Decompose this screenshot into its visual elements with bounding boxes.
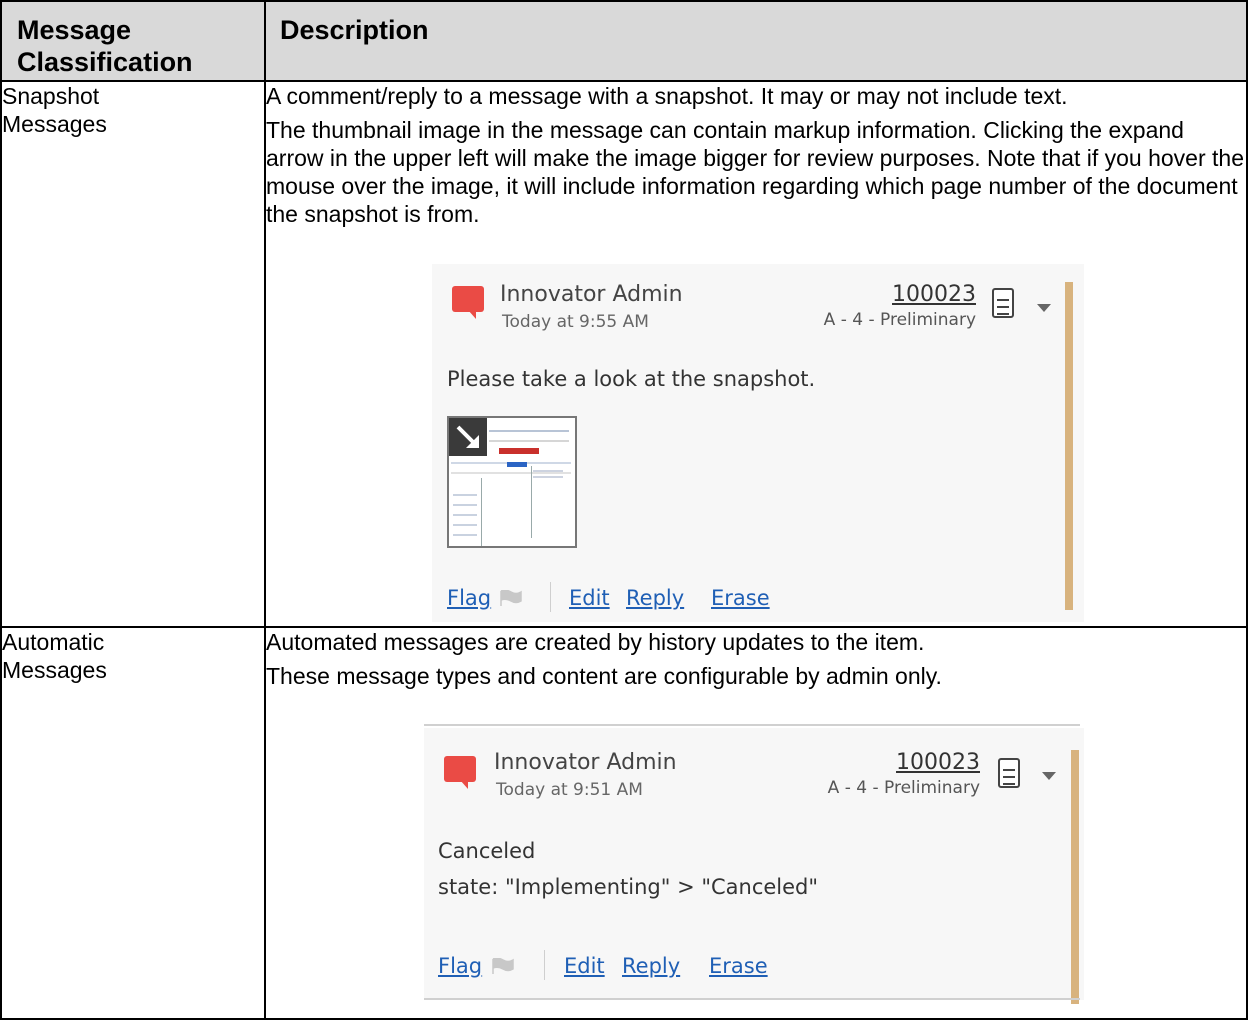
description-paragraph: These message types and content are conf…	[266, 663, 942, 689]
classification-label: Snapshot Messages	[2, 83, 107, 137]
flag-icon[interactable]	[500, 590, 522, 606]
expand-arrow-icon[interactable]	[449, 418, 487, 456]
message-author: Innovator Admin	[500, 282, 683, 307]
flag-link[interactable]: Flag	[447, 586, 491, 610]
description-paragraph: A comment/reply to a message with a snap…	[266, 83, 1068, 109]
snapshot-thumbnail[interactable]	[447, 416, 577, 548]
action-divider	[550, 582, 551, 612]
message-card-automatic: Innovator Admin Today at 9:51 AM 100023 …	[424, 728, 1084, 1004]
message-card-snapshot: Innovator Admin Today at 9:55 AM 100023 …	[432, 264, 1084, 622]
header-description: Description	[264, 0, 1248, 82]
item-state: A - 4 - Preliminary	[823, 310, 976, 330]
description-paragraph: The thumbnail image in the message can c…	[266, 117, 1244, 227]
message-time: Today at 9:51 AM	[496, 780, 643, 800]
speech-bubble-icon	[452, 286, 484, 319]
action-divider	[544, 950, 545, 980]
item-number-link[interactable]: 100023	[896, 750, 980, 775]
accent-bar	[1065, 282, 1073, 610]
classification-label: Automatic Messages	[2, 629, 107, 683]
item-number-link[interactable]: 100023	[892, 282, 976, 307]
card-bottom-divider	[424, 998, 1080, 1000]
flag-link[interactable]: Flag	[438, 954, 482, 978]
header-classification: Message Classification	[0, 0, 266, 82]
description-paragraph: Automated messages are created by histor…	[266, 629, 925, 655]
erase-link[interactable]: Erase	[709, 954, 768, 978]
flag-icon[interactable]	[492, 958, 514, 974]
reply-link[interactable]: Reply	[622, 954, 680, 978]
card-top-divider	[424, 724, 1080, 726]
erase-link[interactable]: Erase	[711, 586, 770, 610]
message-time: Today at 9:55 AM	[502, 312, 649, 332]
caret-down-icon[interactable]	[1037, 304, 1051, 312]
classification-cell: Snapshot Messages	[0, 80, 266, 628]
message-author: Innovator Admin	[494, 750, 677, 775]
document-icon[interactable]	[992, 288, 1014, 318]
header-row: Message Classification Description	[0, 0, 1248, 82]
item-state: A - 4 - Preliminary	[827, 778, 980, 798]
document-icon[interactable]	[998, 758, 1020, 788]
edit-link[interactable]: Edit	[569, 586, 610, 610]
edit-link[interactable]: Edit	[564, 954, 605, 978]
classification-cell: Automatic Messages	[0, 626, 266, 1020]
reply-link[interactable]: Reply	[626, 586, 684, 610]
message-text-line: state: "Implementing" > "Canceled"	[438, 875, 819, 899]
speech-bubble-icon	[444, 756, 476, 789]
accent-bar	[1071, 750, 1079, 1004]
message-text-line: Canceled	[438, 839, 536, 863]
caret-down-icon[interactable]	[1042, 772, 1056, 780]
message-text: Please take a look at the snapshot.	[447, 367, 816, 391]
